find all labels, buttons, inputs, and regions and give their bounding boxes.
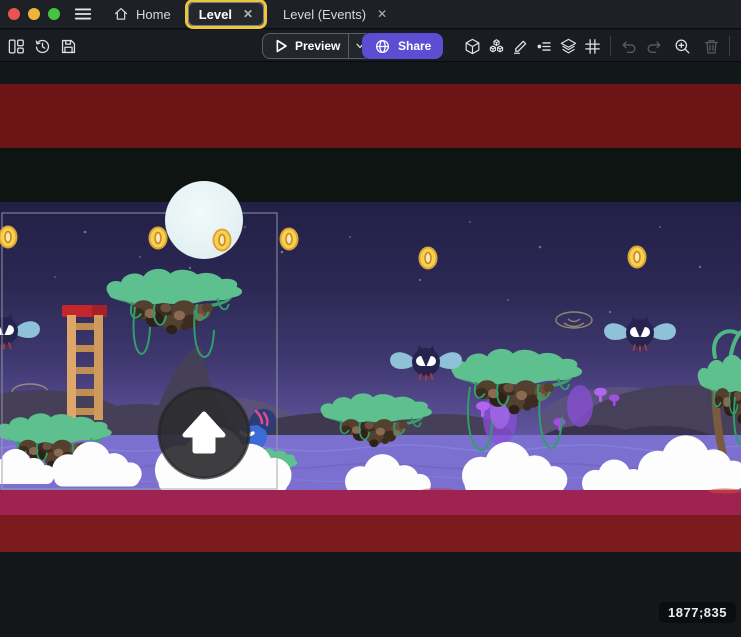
close-window-button[interactable]: [8, 8, 20, 20]
canvas-bottom-background: [0, 552, 741, 637]
object-groups-icon[interactable]: [484, 34, 508, 58]
tab-level-label: Level: [199, 7, 232, 22]
home-icon: [113, 6, 129, 22]
globe-icon: [374, 38, 391, 55]
app-window: Home Level ✕ Level (Events) ✕: [0, 0, 741, 637]
coin[interactable]: [281, 229, 298, 250]
objects-cube-icon[interactable]: [460, 34, 484, 58]
top-red-band[interactable]: [0, 84, 741, 148]
tab-level-events[interactable]: Level (Events) ✕: [273, 2, 397, 26]
editor-toolbar: Preview Share: [0, 30, 741, 62]
grid-icon[interactable]: [580, 34, 604, 58]
crimson-band[interactable]: [0, 490, 741, 515]
bottom-red-band[interactable]: [0, 515, 741, 552]
edit-pencil-icon[interactable]: [508, 34, 532, 58]
preview-button[interactable]: Preview: [262, 33, 372, 59]
zoom-in-icon[interactable]: [670, 34, 694, 58]
tab-level-events-label: Level (Events): [283, 7, 366, 22]
undo-icon[interactable]: [617, 34, 641, 58]
coin[interactable]: [420, 248, 437, 269]
layers-icon[interactable]: [556, 34, 580, 58]
redo-icon[interactable]: [641, 34, 665, 58]
level-canvas[interactable]: [0, 62, 741, 637]
dark-band: [0, 148, 741, 202]
tab-bar: Home Level ✕ Level (Events) ✕: [0, 0, 741, 29]
preview-label: Preview: [291, 39, 348, 53]
zoom-window-button[interactable]: [48, 8, 60, 20]
tab-level[interactable]: Level ✕: [188, 2, 264, 26]
minimize-window-button[interactable]: [28, 8, 40, 20]
coin[interactable]: [150, 228, 167, 249]
coin[interactable]: [214, 230, 231, 251]
toolbar-left-group: [4, 34, 80, 58]
coin[interactable]: [629, 247, 646, 268]
divider: [729, 36, 730, 56]
play-icon: [271, 36, 291, 56]
tab-home[interactable]: Home: [103, 2, 181, 26]
trash-icon[interactable]: [699, 34, 723, 58]
divider: [610, 36, 611, 56]
up-arrow-button[interactable]: [159, 388, 249, 478]
main-menu-button[interactable]: [73, 4, 93, 24]
edit-scene-icon[interactable]: [736, 34, 741, 58]
moon[interactable]: [165, 181, 243, 259]
share-button[interactable]: Share: [362, 33, 443, 59]
share-label: Share: [398, 39, 431, 53]
hamburger-icon: [73, 4, 93, 24]
save-icon[interactable]: [56, 34, 80, 58]
lava-glow: [709, 488, 741, 493]
tutorial-highlight-box: Level ✕: [185, 0, 267, 29]
close-icon[interactable]: ✕: [243, 7, 253, 21]
toolbar-right-group: [460, 34, 741, 58]
tab-home-label: Home: [136, 7, 171, 22]
cursor-coordinates-badge: 1877;835: [659, 602, 736, 623]
window-controls: [8, 8, 60, 20]
close-icon[interactable]: ✕: [377, 7, 387, 21]
panels-icon[interactable]: [4, 34, 28, 58]
coin[interactable]: [0, 227, 17, 248]
history-icon[interactable]: [30, 34, 54, 58]
instances-list-icon[interactable]: [532, 34, 556, 58]
